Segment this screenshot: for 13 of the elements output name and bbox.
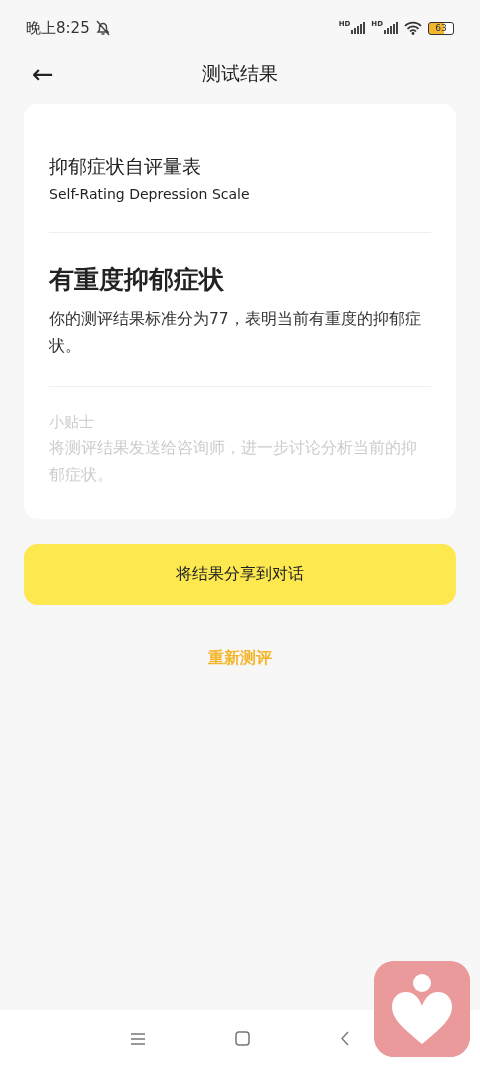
back-icon[interactable] (339, 1031, 350, 1046)
scale-subtitle: Self-Rating Depression Scale (49, 186, 251, 202)
menu-icon[interactable] (130, 1032, 145, 1045)
result-title: 有重度抑郁症状 (49, 264, 225, 296)
result-text: 你的测评结果标准分为77，表明当前有重度的抑郁症状。 (49, 309, 422, 357)
home-icon[interactable] (234, 1031, 250, 1046)
status-time: 晚上8:25 (26, 18, 90, 38)
back-button[interactable]: ← (28, 58, 58, 90)
bell-muted-icon (93, 19, 112, 37)
page-title: 测试结果 (202, 61, 278, 86)
share-button[interactable]: 将结果分享到对话 (24, 544, 456, 605)
scale-title: 抑郁症状自评量表 (49, 154, 202, 179)
wifi-icon (404, 21, 422, 35)
